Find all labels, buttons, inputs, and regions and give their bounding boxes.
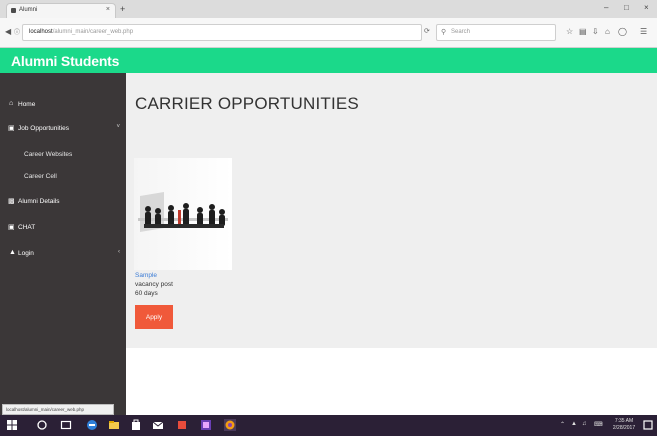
clock-time: 7:35 AM bbox=[614, 418, 634, 424]
vacancy-name-link[interactable]: Sample bbox=[135, 272, 157, 279]
back-arrow-icon[interactable]: ◀ bbox=[5, 27, 11, 37]
chevron-left-icon: ‹ bbox=[118, 249, 120, 255]
sidebar-item-login[interactable]: ▲ Login ‹ bbox=[0, 246, 126, 262]
chevron-down-icon: ˅ bbox=[116, 124, 120, 130]
sidebar-item-label: Alumni Details bbox=[18, 198, 60, 205]
firefox-icon[interactable] bbox=[224, 419, 236, 431]
chat-icon: ▣ bbox=[8, 224, 15, 231]
search-taskbar-icon[interactable] bbox=[36, 419, 48, 431]
vacancy-duration: 60 days bbox=[135, 290, 158, 297]
page-title: CARRIER OPPORTUNITIES bbox=[135, 94, 359, 113]
main-content: CARRIER OPPORTUNITIES Sample vacancy pos… bbox=[126, 73, 657, 415]
info-icon[interactable]: ⓘ bbox=[14, 28, 20, 38]
file-explorer-icon[interactable] bbox=[108, 419, 120, 431]
tab-title: Alumni bbox=[19, 7, 38, 13]
sidebar-item-label: Home bbox=[18, 101, 36, 108]
menu-icon[interactable]: ☰ bbox=[640, 27, 647, 37]
screen: Alumni × + – □ × ◀ ⓘ localhost/alumni_ma… bbox=[0, 0, 657, 436]
sidebar-item-alumni-details[interactable]: ▩ Alumni Details bbox=[0, 194, 126, 210]
minimize-icon[interactable]: – bbox=[604, 3, 608, 13]
user-icon: ▲ bbox=[9, 249, 16, 256]
search-placeholder: Search bbox=[451, 29, 471, 35]
id-card-icon: ▩ bbox=[8, 198, 15, 205]
star-icon[interactable]: ☆ bbox=[566, 27, 573, 37]
apply-button[interactable]: Apply bbox=[135, 305, 173, 329]
search-input[interactable]: ⚲ Search bbox=[436, 24, 556, 41]
maximize-icon[interactable]: □ bbox=[624, 3, 629, 13]
app-red-icon[interactable] bbox=[176, 419, 188, 431]
browser-tabstrip: Alumni × + – □ × bbox=[0, 0, 657, 18]
app-purple-icon[interactable] bbox=[200, 419, 212, 431]
mail-icon[interactable] bbox=[152, 419, 164, 431]
app-header: Alumni Students bbox=[0, 48, 657, 73]
url-path: /alumni_main/career_web.php bbox=[52, 29, 134, 35]
system-clock[interactable]: 7:35 AM 2/28/2017 bbox=[610, 418, 638, 432]
business-people-illustration bbox=[134, 158, 232, 270]
browser-navbar: ◀ ⓘ localhost/alumni_main/career_web.php… bbox=[0, 18, 657, 48]
sidebar-item-label: Job Opportunities bbox=[18, 125, 69, 132]
window-close-icon[interactable]: × bbox=[644, 3, 649, 13]
windows-start-icon[interactable] bbox=[6, 419, 18, 431]
sidebar-item-label: Career Cell bbox=[24, 173, 57, 180]
new-tab-icon[interactable]: + bbox=[120, 4, 125, 14]
content-footer-area bbox=[126, 348, 657, 415]
url-host: localhost bbox=[29, 29, 53, 35]
tray-chevron-up-icon[interactable]: ⌃ bbox=[560, 421, 565, 428]
favicon-icon bbox=[11, 8, 16, 13]
clock-date: 2/28/2017 bbox=[612, 425, 636, 431]
book-icon: ▣ bbox=[8, 125, 15, 132]
store-icon[interactable] bbox=[130, 419, 142, 431]
brand-title[interactable]: Alumni Students bbox=[11, 53, 119, 69]
sidebar-item-career-cell[interactable]: Career Cell bbox=[0, 169, 126, 185]
keyboard-icon[interactable]: ⌨ bbox=[594, 421, 603, 428]
sidebar-item-chat[interactable]: ▣ CHAT bbox=[0, 220, 126, 236]
sidebar-item-career-websites[interactable]: Career Websites bbox=[0, 147, 126, 163]
reload-icon[interactable]: ⟳ bbox=[424, 27, 430, 35]
sidebar-item-home[interactable]: ⌂ Home bbox=[0, 97, 126, 113]
vacancy-image[interactable] bbox=[134, 158, 232, 270]
network-icon[interactable]: ▲ bbox=[571, 421, 577, 427]
volume-icon[interactable]: ♫ bbox=[582, 421, 587, 427]
sidebar-item-label: CHAT bbox=[18, 224, 36, 231]
home-icon: ⌂ bbox=[9, 100, 14, 107]
download-icon[interactable]: ⇩ bbox=[592, 27, 599, 37]
search-icon: ⚲ bbox=[441, 29, 447, 36]
taskbar: ⌃ ▲ ♫ ⌨ 7:35 AM 2/28/2017 bbox=[0, 415, 657, 436]
pocket-icon[interactable]: ◯ bbox=[618, 27, 627, 37]
home-toolbar-icon[interactable]: ⌂ bbox=[605, 27, 610, 37]
vacancy-description: vacancy post bbox=[135, 281, 173, 288]
tab-close-icon[interactable]: × bbox=[106, 6, 110, 13]
sidebar: ⌂ Home ▣ Job Opportunities ˅ Career Webs… bbox=[0, 73, 126, 415]
address-bar[interactable]: localhost/alumni_main/career_web.php bbox=[22, 24, 422, 41]
task-view-icon[interactable] bbox=[60, 419, 72, 431]
browser-tab[interactable]: Alumni × bbox=[6, 3, 116, 18]
status-bar-url: localhost/alumni_main/career_web.php bbox=[2, 404, 114, 415]
edge-browser-icon[interactable] bbox=[86, 419, 98, 431]
notifications-icon[interactable] bbox=[642, 419, 654, 431]
reading-list-icon[interactable]: ▤ bbox=[579, 27, 587, 37]
sidebar-item-label: Career Websites bbox=[24, 151, 73, 158]
sidebar-item-job-opportunities[interactable]: ▣ Job Opportunities ˅ bbox=[0, 121, 126, 137]
sidebar-item-label: Login bbox=[18, 250, 34, 257]
